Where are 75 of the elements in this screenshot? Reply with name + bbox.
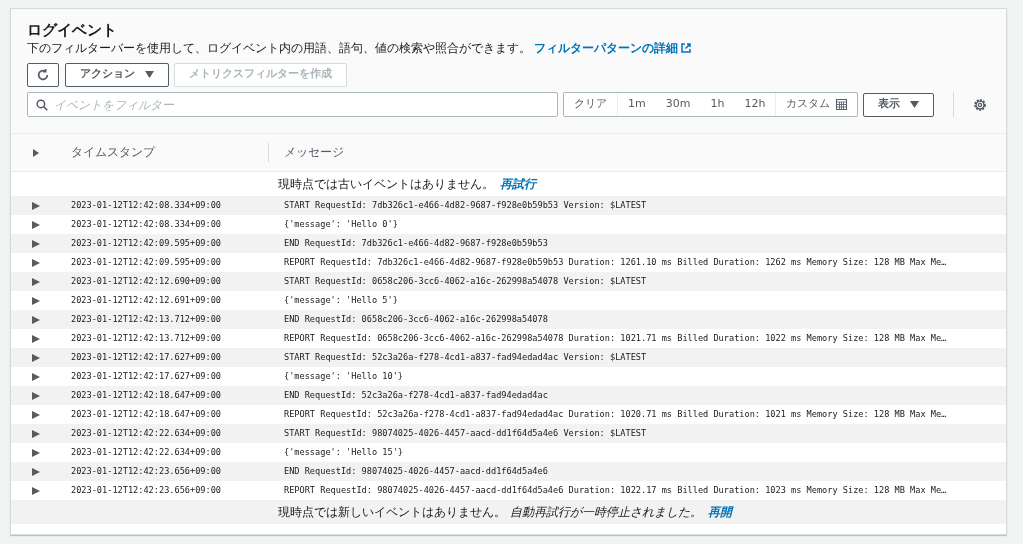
settings-icon[interactable] — [972, 97, 987, 112]
expand-row-icon[interactable] — [32, 239, 40, 248]
timestamp-cell: 2023-01-12T12:42:23.656+09:00 — [71, 485, 222, 496]
timestamp-cell: 2023-01-12T12:42:13.712+09:00 — [71, 314, 222, 325]
message-cell: REPORT RequestId: 7db326c1-e466-4d82-9687-f928e0b59b53 Duration: 1261.10 ms Billed Duration: 1262 ms Memory Size: 128 MB Max Me… — [284, 257, 947, 268]
help-link[interactable]: フィルターパターンの詳細 — [533, 39, 691, 57]
time-range-option[interactable]: 1m — [618, 93, 656, 116]
timestamp-cell: 2023-01-12T12:42:13.712+09:00 — [71, 333, 222, 344]
expand-row-icon[interactable] — [32, 296, 40, 305]
timestamp-cell: 2023-01-12T12:42:08.334+09:00 — [71, 200, 222, 211]
search-icon — [36, 99, 48, 111]
notice-text: 現時点では新しいイベントはありません。 自動再試行が一時停止されました。 — [278, 504, 702, 521]
message-cell: {'message': 'Hello 0'} — [284, 219, 398, 230]
timestamp-cell: 2023-01-12T12:42:08.334+09:00 — [71, 219, 222, 230]
filter-search-field[interactable]: イベントをフィルター — [27, 92, 558, 117]
retry-link[interactable]: 再試行 — [500, 175, 536, 193]
expand-row-icon[interactable] — [32, 258, 40, 267]
time-range-option[interactable]: 30m — [655, 93, 701, 116]
resume-link[interactable]: 再開 — [707, 503, 732, 521]
timestamp-cell: 2023-01-12T12:42:12.690+09:00 — [71, 276, 222, 287]
expand-row-icon[interactable] — [32, 353, 40, 362]
message-cell: {'message': 'Hello 5'} — [284, 295, 398, 306]
description-text: 下のフィルターバーを使用して、ログイベント内の用語、語句、値の検索や照合ができます。 — [27, 40, 531, 56]
timestamp-cell: 2023-01-12T12:42:18.647+09:00 — [71, 390, 222, 401]
caret-icon — [144, 71, 154, 78]
expand-row-icon[interactable] — [32, 220, 40, 229]
refresh-icon — [36, 67, 50, 82]
expand-row-icon[interactable] — [32, 410, 40, 419]
message-cell: REPORT RequestId: 0658c206-3cc6-4062-a16c-262998a54078 Duration: 1021.71 ms Billed Duration: 1022 ms Memory Size: 128 MB Max Me… — [284, 333, 947, 344]
notice-text: 現時点では古いイベントはありません。 — [278, 176, 494, 193]
timestamp-cell: 2023-01-12T12:42:23.656+09:00 — [71, 466, 222, 477]
timestamp-cell: 2023-01-12T12:42:22.634+09:00 — [71, 428, 222, 439]
expand-row-icon[interactable] — [32, 429, 40, 438]
timestamp-cell: 2023-01-12T12:42:22.634+09:00 — [71, 447, 222, 458]
message-cell: {'message': 'Hello 15'} — [284, 447, 403, 458]
message-cell: START RequestId: 0658c206-3cc6-4062-a16c-262998a54078 Version: $LATEST — [284, 276, 647, 287]
timestamp-cell: 2023-01-12T12:42:09.595+09:00 — [71, 238, 222, 249]
timestamp-cell: 2023-01-12T12:42:18.647+09:00 — [71, 409, 222, 420]
timestamp-cell: 2023-01-12T12:42:17.627+09:00 — [71, 352, 222, 363]
message-cell: END RequestId: 98074025-4026-4457-aacd-dd1f64d5a4e6 — [284, 466, 548, 477]
time-range-option[interactable]: 1h — [700, 93, 735, 116]
message-cell: START RequestId: 7db326c1-e466-4d82-9687-f928e0b59b53 Version: $LATEST — [284, 200, 647, 211]
column-header[interactable]: タイムスタンプ — [71, 145, 155, 160]
expand-row-icon[interactable] — [32, 391, 40, 400]
expand-row-icon[interactable] — [32, 467, 40, 476]
refresh-button[interactable] — [27, 62, 59, 87]
actions-dropdown[interactable]: アクション — [64, 62, 169, 87]
caret-icon — [909, 101, 919, 108]
expand-row-icon[interactable] — [32, 201, 40, 210]
message-cell: END RequestId: 7db326c1-e466-4d82-9687-f928e0b59b53 — [284, 238, 548, 249]
timestamp-cell: 2023-01-12T12:42:17.627+09:00 — [71, 371, 222, 382]
message-cell: END RequestId: 0658c206-3cc6-4062-a16c-262998a54078 — [284, 314, 548, 325]
time-range-option[interactable]: 12h — [734, 93, 776, 116]
expand-all-icon[interactable] — [32, 148, 40, 157]
display-dropdown[interactable]: 表示 — [862, 92, 934, 117]
expand-row-icon[interactable] — [32, 315, 40, 324]
section-title: ログイベント — [27, 21, 118, 39]
column-header[interactable]: メッセージ — [284, 145, 344, 160]
message-cell: {'message': 'Hello 10'} — [284, 371, 403, 382]
expand-row-icon[interactable] — [32, 277, 40, 286]
external-link-icon — [680, 43, 691, 53]
clear-button[interactable]: クリア — [564, 93, 618, 116]
message-cell: START RequestId: 52c3a26a-f278-4cd1-a837-fad94edad4ac Version: $LATEST — [284, 352, 647, 363]
message-cell: REPORT RequestId: 98074025-4026-4457-aacd-dd1f64d5a4e6 Duration: 1022.17 ms Billed Duration: 1023 ms Memory Size: 128 MB Max Me… — [284, 485, 947, 496]
expand-row-icon[interactable] — [32, 448, 40, 457]
message-cell: END RequestId: 52c3a26a-f278-4cd1-a837-fad94edad4ac — [284, 390, 548, 401]
message-cell: START RequestId: 98074025-4026-4457-aacd-dd1f64d5a4e6 Version: $LATEST — [284, 428, 647, 439]
expand-row-icon[interactable] — [32, 334, 40, 343]
expand-row-icon[interactable] — [32, 486, 40, 495]
message-cell: REPORT RequestId: 52c3a26a-f278-4cd1-a837-fad94edad4ac Duration: 1020.71 ms Billed Duration: 1021 ms Memory Size: 128 MB Max Me… — [284, 409, 947, 420]
timestamp-cell: 2023-01-12T12:42:09.595+09:00 — [71, 257, 222, 268]
timestamp-cell: 2023-01-12T12:42:12.691+09:00 — [71, 295, 222, 306]
calendar-icon — [835, 99, 847, 110]
expand-row-icon[interactable] — [32, 372, 40, 381]
custom-range-button[interactable]: カスタム — [775, 93, 857, 116]
